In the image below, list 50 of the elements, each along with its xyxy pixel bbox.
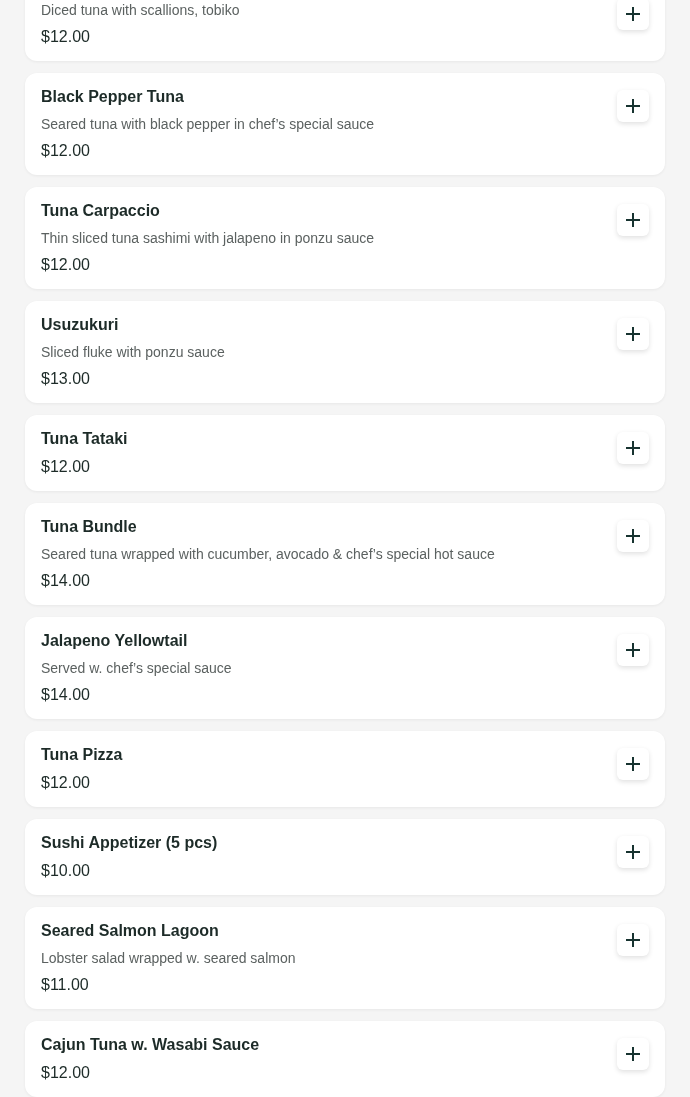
add-button[interactable] [617, 0, 649, 30]
add-button[interactable] [617, 432, 649, 464]
item-name: Seared Salmon Lagoon [41, 921, 220, 941]
add-button[interactable] [617, 634, 649, 666]
plus-icon [625, 642, 641, 658]
item-name: Tuna Tataki [41, 429, 129, 449]
add-button[interactable] [617, 520, 649, 552]
plus-icon [625, 98, 641, 114]
item-description: Served w. chef’s special sauce [41, 659, 233, 678]
add-button[interactable] [617, 318, 649, 350]
plus-icon [625, 756, 641, 772]
item-name: Tuna Bundle [41, 517, 138, 537]
item-price: $14.00 [41, 685, 91, 705]
add-button[interactable] [617, 204, 649, 236]
item-description: Seared tuna wrapped with cucumber, avocado & chef’s special hot sauce [41, 545, 496, 564]
add-button[interactable] [617, 748, 649, 780]
item-price: $12.00 [41, 457, 91, 477]
plus-icon [625, 528, 641, 544]
plus-icon [625, 6, 641, 22]
item-price: $11.00 [41, 975, 90, 995]
plus-icon [625, 212, 641, 228]
item-price: $12.00 [41, 255, 91, 275]
item-name: Tuna Carpaccio [41, 201, 161, 221]
item-price: $12.00 [41, 141, 91, 161]
item-description: Lobster salad wrapped w. seared salmon [41, 949, 297, 968]
item-description: Diced tuna with scallions, tobiko [41, 1, 241, 20]
add-button[interactable] [617, 90, 649, 122]
item-price: $12.00 [41, 1063, 91, 1083]
plus-icon [625, 844, 641, 860]
item-price: $12.00 [41, 27, 91, 47]
item-name: Jalapeno Yellowtail [41, 631, 189, 651]
item-price: $12.00 [41, 773, 91, 793]
plus-icon [625, 1046, 641, 1062]
add-button[interactable] [617, 924, 649, 956]
add-button[interactable] [617, 1038, 649, 1070]
item-price: $13.00 [41, 369, 91, 389]
plus-icon [625, 326, 641, 342]
item-description: Seared tuna with black pepper in chef’s special sauce [41, 115, 376, 134]
add-button[interactable] [617, 836, 649, 868]
item-description: Thin sliced tuna sashimi with jalapeno in ponzu sauce [41, 229, 376, 248]
item-description: Sliced fluke with ponzu sauce [41, 343, 226, 362]
item-name: Black Pepper Tuna [41, 87, 185, 107]
item-price: $14.00 [41, 571, 91, 591]
item-name: Tuna Pizza [41, 745, 124, 765]
item-price: $10.00 [41, 861, 91, 881]
item-name: Cajun Tuna w. Wasabi Sauce [41, 1035, 261, 1055]
plus-icon [625, 932, 641, 948]
plus-icon [625, 440, 641, 456]
item-name: Sushi Appetizer (5 pcs) [41, 833, 219, 853]
item-name: Usuzukuri [41, 315, 120, 335]
